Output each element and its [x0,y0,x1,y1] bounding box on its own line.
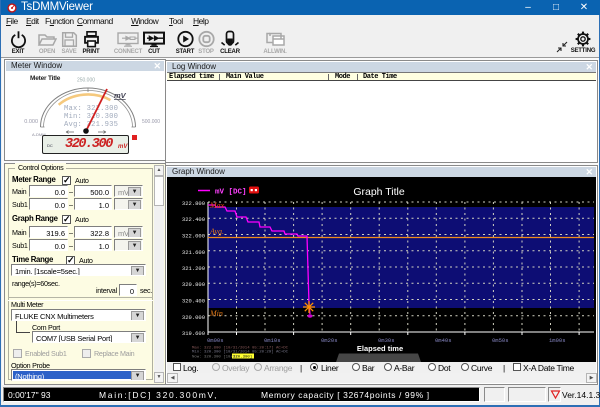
svg-text:0.000: 0.000 [24,119,38,125]
svg-text:Elapsed time: Elapsed time [357,344,403,353]
svg-text:Graph Title: Graph Title [353,186,405,198]
svg-text:mV: mV [114,91,127,100]
svg-text:500.000: 500.000 [142,119,160,125]
svg-text:Min: Min [209,309,223,318]
svg-text:mV [DC]: mV [DC] [215,189,247,197]
svg-text:319.600: 319.600 [182,330,205,337]
svg-text:321.200: 321.200 [182,265,205,272]
svg-text:Max: Max [209,201,225,210]
svg-text:320.800: 320.800 [182,281,205,288]
svg-text:0m50s: 0m50s [492,337,509,344]
svg-text:1m00s: 1m00s [549,337,566,344]
svg-text:Max: 322.300: Max: 322.300 [64,105,118,113]
svg-text:Now: 320.300 [10/31: Now: 320.300 [10/31 [192,355,238,360]
svg-text:322.800: 322.800 [182,200,205,207]
svg-text:0m40s: 0m40s [435,337,452,344]
svg-text:Avg.: Avg. [209,227,224,236]
svg-text:250.000: 250.000 [77,78,95,84]
svg-text:321.600: 321.600 [182,249,205,256]
svg-text:Meter Title: Meter Title [30,75,61,82]
svg-text:320.000: 320.000 [182,314,205,321]
svg-text:0m10s: 0m10s [264,337,281,344]
svg-text:0m20s: 0m20s [321,337,338,344]
svg-text:320.400: 320.400 [182,298,205,305]
svg-text:320.300]: 320.300] [233,355,252,360]
svg-text:0m30s: 0m30s [378,337,395,344]
svg-text:322.400: 322.400 [182,216,205,223]
svg-text:0m00s: 0m00s [207,337,224,344]
svg-text:322.000: 322.000 [182,233,205,240]
